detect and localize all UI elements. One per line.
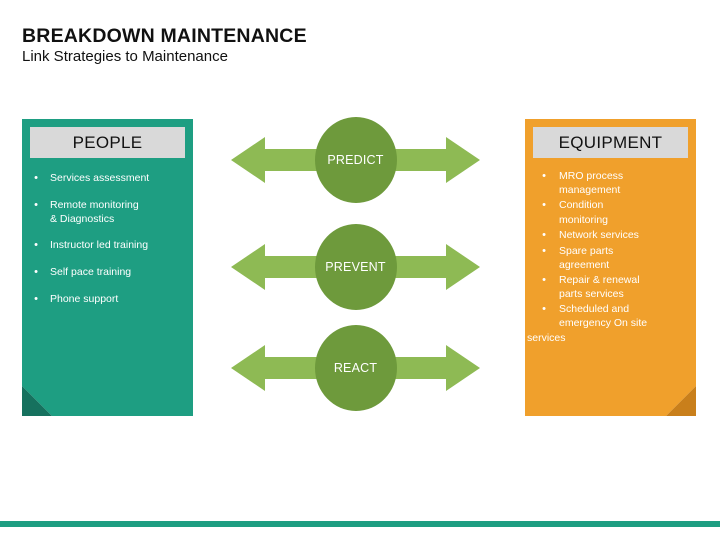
stage-label: PREVENT (325, 260, 386, 274)
stage-circle-predict: PREDICT (314, 117, 397, 203)
list-item: • Network services (529, 228, 690, 243)
list-item: • Phone support (22, 292, 187, 307)
bullet-icon: • (542, 303, 546, 316)
list-item: • Scheduled and emergency On site services (527, 302, 690, 345)
bullet-icon: • (34, 198, 38, 211)
list-item-label: Services assessment (50, 172, 150, 184)
list-item-line-1: Remote monitoring (50, 198, 139, 211)
list-item: • Spare parts agreement (529, 244, 690, 272)
list-item-label: Phone support (50, 292, 119, 305)
list-item-label: Instructor led training (50, 239, 149, 252)
panel-people-list: • Services assessment • Remote monitorin… (22, 171, 187, 319)
list-item-line-1: Spare parts (559, 244, 614, 257)
panel-equipment-list: • MRO process management • Condition monit… (527, 169, 690, 346)
list-item-line-3: services (527, 331, 566, 344)
bullet-icon: • (34, 239, 38, 252)
list-item-label: Remote monitoring & Diagnostics (50, 198, 187, 226)
stage-label: PREDICT (327, 153, 384, 167)
bullet-icon: • (34, 172, 38, 184)
list-item: • Remote monitoring & Diagnostics (22, 198, 187, 226)
list-item: • MRO process management (529, 169, 690, 197)
panel-people-body: PEOPLE • Services assessment • Remote mo… (22, 119, 193, 416)
page-title: BREAKDOWN MAINTENANCE (22, 25, 307, 48)
list-item-line-2: & Diagnostics (50, 213, 115, 226)
bullet-icon: • (34, 266, 38, 279)
list-item-line-2: management (559, 184, 621, 197)
panel-people: PEOPLE • Services assessment • Remote mo… (22, 119, 193, 416)
list-item-line-2: monitoring (559, 213, 609, 226)
diagram-stage-predict: PREDICT (231, 115, 480, 205)
list-item-label: Repair & renewal parts services (559, 273, 690, 301)
panel-equipment-header: EQUIPMENT (533, 127, 688, 158)
list-item-line-1: MRO process (559, 170, 624, 182)
diagram-stage-react: REACT (231, 323, 480, 413)
list-item-line-2: parts services (559, 288, 624, 301)
stage-label: REACT (333, 361, 378, 375)
list-item-line-1: Condition (559, 199, 604, 212)
stage-circle-react: REACT (314, 325, 397, 411)
list-item: • Repair & renewal parts services (529, 273, 690, 301)
bullet-icon: • (542, 244, 546, 257)
list-item-line-2: agreement (559, 258, 610, 271)
list-item-label: Network services (559, 228, 639, 241)
list-item-label: Self pace training (50, 266, 132, 279)
page-subtitle: Link Strategies to Maintenance (22, 48, 228, 65)
list-item-line-1: Scheduled and (559, 303, 630, 316)
list-item-label: Scheduled and emergency On site services (527, 302, 690, 345)
bullet-icon: • (542, 228, 546, 241)
list-item: • Condition monitoring (529, 198, 690, 226)
bullet-icon: • (542, 170, 546, 182)
panel-equipment-heading: EQUIPMENT (558, 132, 663, 152)
panel-people-heading: PEOPLE (72, 132, 143, 152)
bullet-icon: • (542, 273, 546, 286)
panel-equipment: EQUIPMENT • MRO process management • Cond… (525, 119, 696, 416)
list-item: • Self pace training (22, 265, 187, 280)
panel-people-header: PEOPLE (30, 127, 185, 158)
list-item: • Services assessment (22, 171, 187, 186)
stage-circle-prevent: PREVENT (314, 224, 397, 310)
list-item-label: Spare parts agreement (559, 244, 690, 272)
list-item: • Instructor led training (22, 238, 187, 253)
list-item-label: Condition monitoring (559, 198, 690, 226)
footer-accent-bar (0, 521, 720, 527)
panel-equipment-body: EQUIPMENT • MRO process management • Cond… (525, 119, 696, 416)
list-item-line-2: emergency On site (559, 317, 648, 330)
bullet-icon: • (34, 292, 38, 305)
list-item-label: MRO process management (559, 169, 690, 197)
list-item-line-1: Repair & renewal (559, 273, 640, 286)
strategy-diagram: PREDICT PREVENT REACT (231, 115, 480, 415)
diagram-stage-prevent: PREVENT (231, 222, 480, 312)
bullet-icon: • (542, 199, 546, 212)
